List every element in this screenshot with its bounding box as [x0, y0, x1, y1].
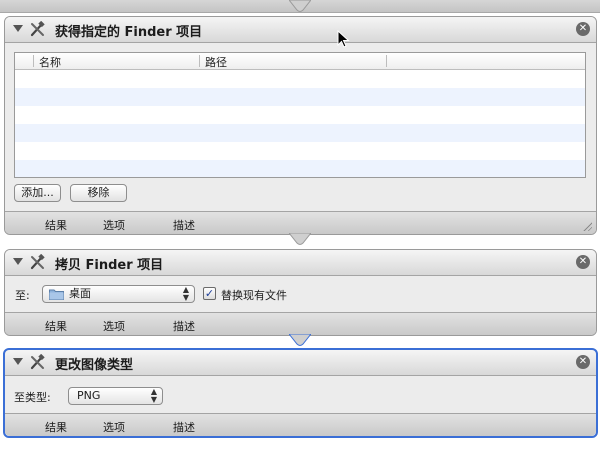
- action-change-image-type[interactable]: 更改图像类型 ✕ 至类型: PNG ▲ ▼ 结果 选项 描述: [3, 348, 598, 438]
- action-title: 获得指定的 Finder 项目: [55, 25, 203, 40]
- replace-checkbox-label: 替换现有文件: [221, 289, 287, 302]
- table-row[interactable]: [15, 106, 585, 124]
- action-titlebar[interactable]: 更改图像类型 ✕: [5, 350, 596, 376]
- action-footer: 结果 选项 描述: [5, 413, 596, 436]
- destination-popup[interactable]: 桌面 ▲ ▼: [42, 285, 195, 303]
- action-copy-finder-items[interactable]: 拷贝 Finder 项目 ✕ 至: 桌面 ▲ ▼ ✓ 替换现有文件 结果 选项 描…: [4, 249, 597, 336]
- tab-description[interactable]: 描述: [173, 217, 195, 233]
- type-label: 至类型:: [14, 391, 51, 404]
- workflow-connector: [289, 334, 311, 346]
- close-icon[interactable]: ✕: [576, 22, 590, 36]
- tab-description[interactable]: 描述: [173, 419, 195, 435]
- automator-tools-icon: [30, 354, 45, 370]
- automator-tools-icon: [30, 254, 45, 270]
- finder-items-table[interactable]: 名称 路径: [14, 52, 586, 178]
- column-separator: [386, 55, 387, 67]
- tab-options[interactable]: 选项: [103, 419, 125, 435]
- disclosure-triangle-icon[interactable]: [13, 258, 23, 265]
- popup-arrows-icon: ▲ ▼: [182, 285, 189, 302]
- tab-results[interactable]: 结果: [45, 318, 67, 334]
- column-separator: [33, 55, 34, 67]
- action-titlebar[interactable]: 拷贝 Finder 项目 ✕: [5, 250, 596, 276]
- mouse-cursor-icon: [337, 30, 350, 48]
- action-title: 拷贝 Finder 项目: [55, 258, 164, 273]
- replace-checkbox[interactable]: ✓: [203, 287, 216, 300]
- table-row[interactable]: [15, 70, 585, 88]
- action-footer: 结果 选项 描述: [5, 312, 596, 335]
- table-row[interactable]: [15, 160, 585, 177]
- remove-button[interactable]: 移除: [70, 184, 127, 202]
- tab-results[interactable]: 结果: [45, 419, 67, 435]
- add-button[interactable]: 添加...: [14, 184, 61, 202]
- destination-value: 桌面: [69, 287, 91, 300]
- disclosure-triangle-icon[interactable]: [13, 358, 23, 365]
- tab-options[interactable]: 选项: [103, 217, 125, 233]
- action-get-specified-finder-items[interactable]: 获得指定的 Finder 项目 ✕ 名称 路径 添加... 移除 结果 选项 描…: [4, 16, 597, 235]
- workflow-connector: [289, 0, 311, 12]
- table-header: 名称 路径: [15, 53, 585, 70]
- folder-icon: [49, 289, 64, 300]
- action-titlebar[interactable]: 获得指定的 Finder 项目 ✕: [5, 17, 596, 43]
- image-type-popup[interactable]: PNG ▲ ▼: [68, 387, 163, 405]
- to-label: 至:: [15, 289, 30, 302]
- disclosure-triangle-icon[interactable]: [13, 25, 23, 32]
- automator-tools-icon: [30, 21, 45, 37]
- action-footer: 结果 选项 描述: [5, 211, 596, 234]
- tab-results[interactable]: 结果: [45, 217, 67, 233]
- resize-handle-icon[interactable]: [582, 221, 592, 231]
- column-header-path[interactable]: 路径: [205, 54, 227, 70]
- close-icon[interactable]: ✕: [576, 255, 590, 269]
- action-title: 更改图像类型: [55, 358, 134, 373]
- image-type-value: PNG: [77, 389, 101, 402]
- column-header-name[interactable]: 名称: [39, 54, 61, 70]
- close-icon[interactable]: ✕: [576, 355, 590, 369]
- workflow-connector: [289, 233, 311, 245]
- tab-options[interactable]: 选项: [103, 318, 125, 334]
- tab-description[interactable]: 描述: [173, 318, 195, 334]
- table-row[interactable]: [15, 88, 585, 106]
- column-separator: [199, 55, 200, 67]
- table-row[interactable]: [15, 142, 585, 160]
- popup-arrows-icon: ▲ ▼: [150, 387, 157, 404]
- table-row[interactable]: [15, 124, 585, 142]
